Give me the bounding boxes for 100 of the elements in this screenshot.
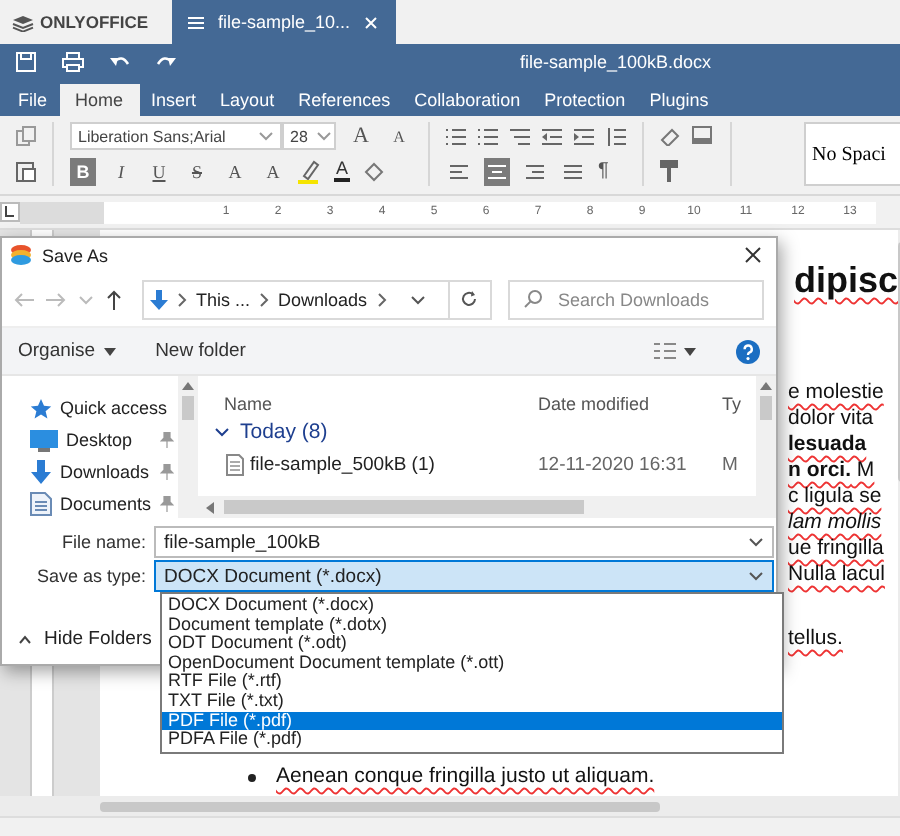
view-icon[interactable] — [654, 342, 676, 360]
caret-icon — [409, 293, 426, 305]
dropdown-option[interactable]: DOCX Document (*.docx) — [162, 596, 782, 616]
tab-stop-icon[interactable] — [0, 202, 20, 222]
horizontal-scrollbar[interactable] — [0, 796, 900, 816]
bold-button[interactable]: B — [70, 157, 96, 186]
brand-name: ONLYOFFICE — [40, 12, 148, 32]
scroll-thumb[interactable] — [224, 500, 584, 514]
highlight-icon[interactable] — [298, 159, 322, 184]
nav-item[interactable]: Downloads — [2, 458, 178, 486]
breadcrumb[interactable]: This ... — [196, 289, 251, 309]
redo-icon[interactable] — [156, 54, 176, 70]
vertical-scrollbar[interactable] — [756, 376, 776, 518]
pin-icon — [160, 496, 174, 512]
nav-item[interactable]: Desktop — [2, 426, 178, 454]
menu-tab[interactable]: Protection — [532, 84, 638, 116]
column-header[interactable]: Date modified — [538, 394, 722, 414]
dropdown-option[interactable]: TXT File (*.txt) — [162, 691, 782, 712]
numbered-list-icon — [478, 127, 498, 146]
search-field[interactable]: Search Downloads — [508, 279, 764, 319]
logo-icon — [12, 13, 34, 31]
organise-menu[interactable]: Organise — [18, 340, 116, 362]
increase-indent-icon — [574, 127, 594, 146]
font-size-field[interactable]: 28 — [282, 122, 336, 151]
dropdown-option[interactable]: ODT Document (*.odt) — [162, 634, 782, 654]
style-preview[interactable]: No Spaci — [804, 122, 900, 186]
format-painter-icon[interactable] — [660, 160, 678, 183]
hide-folders-button[interactable]: Hide Folders — [2, 626, 164, 652]
dropdown-option[interactable]: OpenDocument Document template (*.ott) — [162, 653, 782, 673]
field-label: Save as type: — [34, 566, 148, 586]
save-icon[interactable] — [16, 52, 36, 72]
chevron-icon — [176, 291, 188, 307]
increase-font-button[interactable]: A — [348, 122, 374, 151]
text-line: lesuada — [788, 432, 867, 458]
group-header[interactable]: Today (8) — [240, 420, 328, 444]
text-line: c ligula se — [788, 484, 882, 510]
heading-text: dipisc — [794, 258, 899, 302]
file-type-select[interactable]: DOCX Document (*.docx) — [154, 560, 774, 592]
dropdown-option[interactable]: Document template (*.dotx) — [162, 615, 782, 635]
menu-tab[interactable]: File — [6, 84, 60, 116]
decrease-indent-icon — [542, 127, 562, 146]
column-header[interactable]: Ty — [722, 394, 748, 414]
text-line: e molestie — [788, 380, 884, 406]
print-icon[interactable] — [62, 52, 84, 72]
download-icon — [150, 289, 168, 309]
shading-icon[interactable] — [362, 161, 385, 182]
menu-tab[interactable]: Insert — [139, 84, 209, 116]
dropdown-option[interactable]: RTF File (*.rtf) — [162, 672, 782, 692]
text-line: Nulla lacul — [788, 562, 885, 588]
download-icon — [30, 460, 52, 484]
menu-tab[interactable]: Home — [59, 84, 140, 116]
close-icon[interactable] — [744, 246, 762, 264]
font-field[interactable]: Liberation Sans;Arial — [70, 122, 282, 151]
paste-icon[interactable] — [16, 160, 36, 183]
scroll-thumb[interactable] — [760, 396, 772, 420]
caret-icon — [315, 130, 332, 143]
caret-icon — [103, 347, 116, 355]
decrease-font-button[interactable]: A — [386, 122, 412, 151]
underline-button[interactable]: U — [146, 157, 172, 186]
caret-icon — [206, 501, 214, 513]
file-name-field[interactable]: file-sample_100kB — [154, 526, 774, 558]
field-label: File name: — [59, 532, 148, 552]
scroll-thumb[interactable] — [182, 396, 194, 420]
app-logo-icon — [10, 244, 32, 266]
caret-icon[interactable] — [684, 347, 696, 355]
help-icon[interactable] — [736, 339, 760, 363]
breadcrumb[interactable]: Downloads — [278, 289, 368, 309]
eraser-icon[interactable] — [660, 127, 680, 146]
new-folder-button[interactable]: New folder — [155, 340, 246, 362]
vertical-scrollbar[interactable] — [178, 376, 198, 518]
strike-button[interactable]: S — [184, 157, 210, 186]
up-icon[interactable] — [106, 289, 122, 309]
undo-icon[interactable] — [110, 54, 130, 70]
menu-tab[interactable]: References — [286, 84, 403, 116]
align-icon — [564, 163, 582, 180]
document-tab[interactable]: file-sample_10... — [172, 0, 397, 44]
file-name[interactable]: file-sample_500kB (1) — [250, 454, 435, 476]
align-center-button[interactable] — [484, 157, 510, 186]
text-line: dolor vita — [788, 406, 874, 432]
menu-tab[interactable]: Layout — [208, 84, 287, 116]
superscript-button[interactable]: A — [222, 157, 248, 186]
table-cell-text: M — [722, 454, 740, 476]
menu-tab[interactable]: Plugins — [637, 84, 721, 116]
nav-item[interactable]: Quick access — [2, 394, 178, 422]
nav-item[interactable]: Documents — [2, 490, 178, 518]
menu-tab[interactable]: Collaboration — [402, 84, 533, 116]
font-color-button[interactable]: A — [334, 160, 351, 183]
address-bar[interactable]: This ... Downloads — [142, 279, 492, 319]
dropdown-option[interactable]: PDF File (*.pdf) — [162, 711, 782, 731]
scroll-thumb[interactable] — [100, 801, 660, 811]
refresh-icon[interactable] — [460, 290, 479, 308]
column-header[interactable]: Name — [198, 394, 538, 414]
italic-button[interactable]: I — [108, 157, 134, 186]
fill-icon[interactable] — [692, 126, 714, 147]
dropdown-option[interactable]: PDFA File (*.pdf) — [162, 730, 782, 750]
line-spacing-icon — [606, 127, 626, 146]
nonprinting-button[interactable]: ¶ — [598, 160, 609, 183]
text-line: n orci. M — [788, 458, 875, 484]
subscript-button[interactable]: A — [260, 157, 286, 186]
file-icon — [226, 454, 244, 476]
